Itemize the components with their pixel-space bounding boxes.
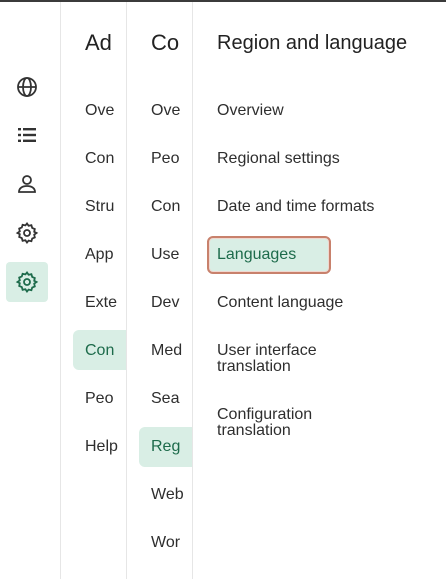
person-icon	[18, 175, 36, 193]
col1-item-help[interactable]: Help	[85, 439, 118, 455]
col1-item-people[interactable]: Peo	[85, 391, 113, 407]
col3-item-date-time-formats[interactable]: Date and time formats	[217, 199, 374, 215]
region-language-column: Region and language Overview Regional se…	[193, 2, 446, 579]
col1-item-appearance[interactable]: App	[85, 247, 113, 263]
configuration-column: Co Ove Peo Con Use Dev Med Sea Reg Web W…	[127, 2, 193, 579]
col3-item-ui-translation[interactable]: User interface translation	[217, 343, 342, 375]
col3-item-languages[interactable]: Languages	[217, 247, 296, 263]
col2-item-overview[interactable]: Ove	[151, 103, 180, 119]
col2-item-content[interactable]: Con	[151, 199, 180, 215]
col3-item-regional-settings[interactable]: Regional settings	[217, 151, 340, 167]
rail-button-people[interactable]	[6, 164, 48, 204]
col2-item-people[interactable]: Peo	[151, 151, 179, 167]
col3-item-overview[interactable]: Overview	[217, 103, 284, 119]
col1-item-extend[interactable]: Exte	[85, 295, 117, 311]
region-language-title: Region and language	[217, 32, 408, 54]
configuration-column-title: Co	[151, 30, 180, 55]
list-icon	[18, 128, 36, 142]
col3-item-config-translation[interactable]: Configuration translation	[217, 407, 332, 439]
globe-icon	[17, 77, 37, 97]
col2-item-search[interactable]: Sea	[151, 391, 179, 407]
col2-item-media[interactable]: Med	[151, 343, 182, 359]
col2-item-development[interactable]: Dev	[151, 295, 179, 311]
col1-item-configuration[interactable]: Con	[85, 343, 114, 359]
icon-rail	[0, 2, 61, 579]
gear-icon	[15, 222, 39, 244]
col3-item-content-language[interactable]: Content language	[217, 295, 343, 311]
col2-item-region[interactable]: Reg	[151, 439, 180, 455]
col1-item-content[interactable]: Con	[85, 151, 114, 167]
col2-item-web[interactable]: Web	[151, 487, 184, 503]
rail-button-configuration[interactable]	[6, 262, 48, 302]
col2-item-user[interactable]: Use	[151, 247, 179, 263]
col1-item-structure[interactable]: Stru	[85, 199, 114, 215]
rail-button-list[interactable]	[6, 115, 48, 155]
rail-button-settings[interactable]	[6, 213, 48, 253]
admin-column-title: Ad	[85, 30, 112, 55]
rail-button-globe[interactable]	[6, 67, 48, 107]
col1-item-overview[interactable]: Ove	[85, 103, 114, 119]
col2-item-workflow[interactable]: Wor	[151, 535, 180, 551]
admin-column: Ad Ove Con Stru App Exte Con Peo Help	[61, 2, 127, 579]
gear-icon	[15, 271, 39, 293]
